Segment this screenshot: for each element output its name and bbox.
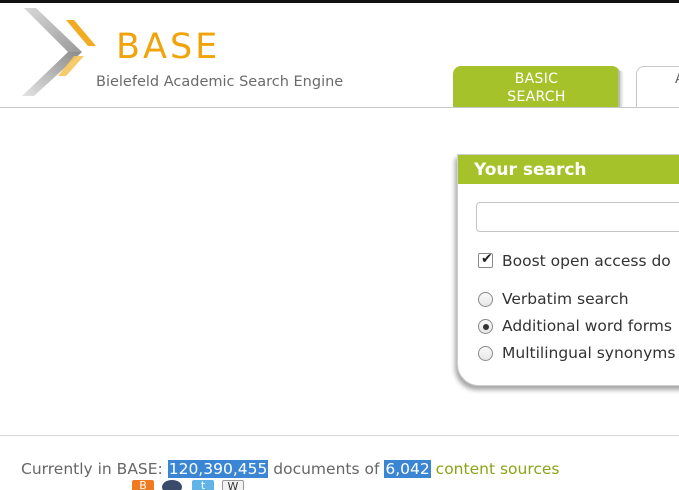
tab-basic-search[interactable]: BASIC SEARCH xyxy=(453,66,620,108)
base-logo[interactable]: BASE Bielefeld Academic Search Engine xyxy=(20,6,360,98)
blogger-icon[interactable]: B xyxy=(132,480,154,490)
wikipedia-icon[interactable]: W xyxy=(222,480,244,490)
twitter-icon[interactable]: t xyxy=(192,480,214,490)
stats-prefix: Currently in BASE: xyxy=(21,460,163,478)
search-input[interactable] xyxy=(476,202,679,232)
tab-advanced-label: A xyxy=(675,71,679,87)
boost-open-access-label: Boost open access do xyxy=(502,252,671,270)
base-statistics: Currently in BASE: 120,390,455 documents… xyxy=(21,459,560,479)
multilingual-label: Multilingual synonyms xyxy=(502,344,676,362)
search-panel-title: Your search xyxy=(458,155,679,184)
top-border xyxy=(0,0,679,3)
content-sources-link[interactable]: content sources xyxy=(436,460,560,478)
boost-open-access-checkbox[interactable]: ✔ xyxy=(478,251,493,268)
stats-documents-text: documents of xyxy=(273,460,380,478)
sources-count: 6,042 xyxy=(384,460,431,478)
logo-wordmark: BASE xyxy=(116,27,221,67)
radio-selected-dot xyxy=(482,323,489,330)
header-divider xyxy=(0,107,679,108)
tab-advanced-search[interactable]: A xyxy=(636,66,679,108)
verbatim-radio[interactable] xyxy=(478,292,493,307)
feed-icon[interactable] xyxy=(162,480,182,490)
word-forms-label: Additional word forms xyxy=(502,317,672,335)
search-panel: Your search ✔ Boost open access do Verba… xyxy=(457,154,679,386)
documents-count: 120,390,455 xyxy=(167,460,269,478)
word-forms-radio[interactable] xyxy=(478,319,493,334)
tab-basic-label-line1: BASIC xyxy=(514,71,559,87)
logo-subtitle: Bielefeld Academic Search Engine xyxy=(96,74,344,90)
footer-divider xyxy=(0,435,679,436)
checkmark-icon: ✔ xyxy=(481,251,493,267)
multilingual-radio[interactable] xyxy=(478,346,493,361)
verbatim-label: Verbatim search xyxy=(502,290,629,308)
tab-basic-label-line2: SEARCH xyxy=(507,89,566,105)
tab-shadow xyxy=(618,70,624,108)
